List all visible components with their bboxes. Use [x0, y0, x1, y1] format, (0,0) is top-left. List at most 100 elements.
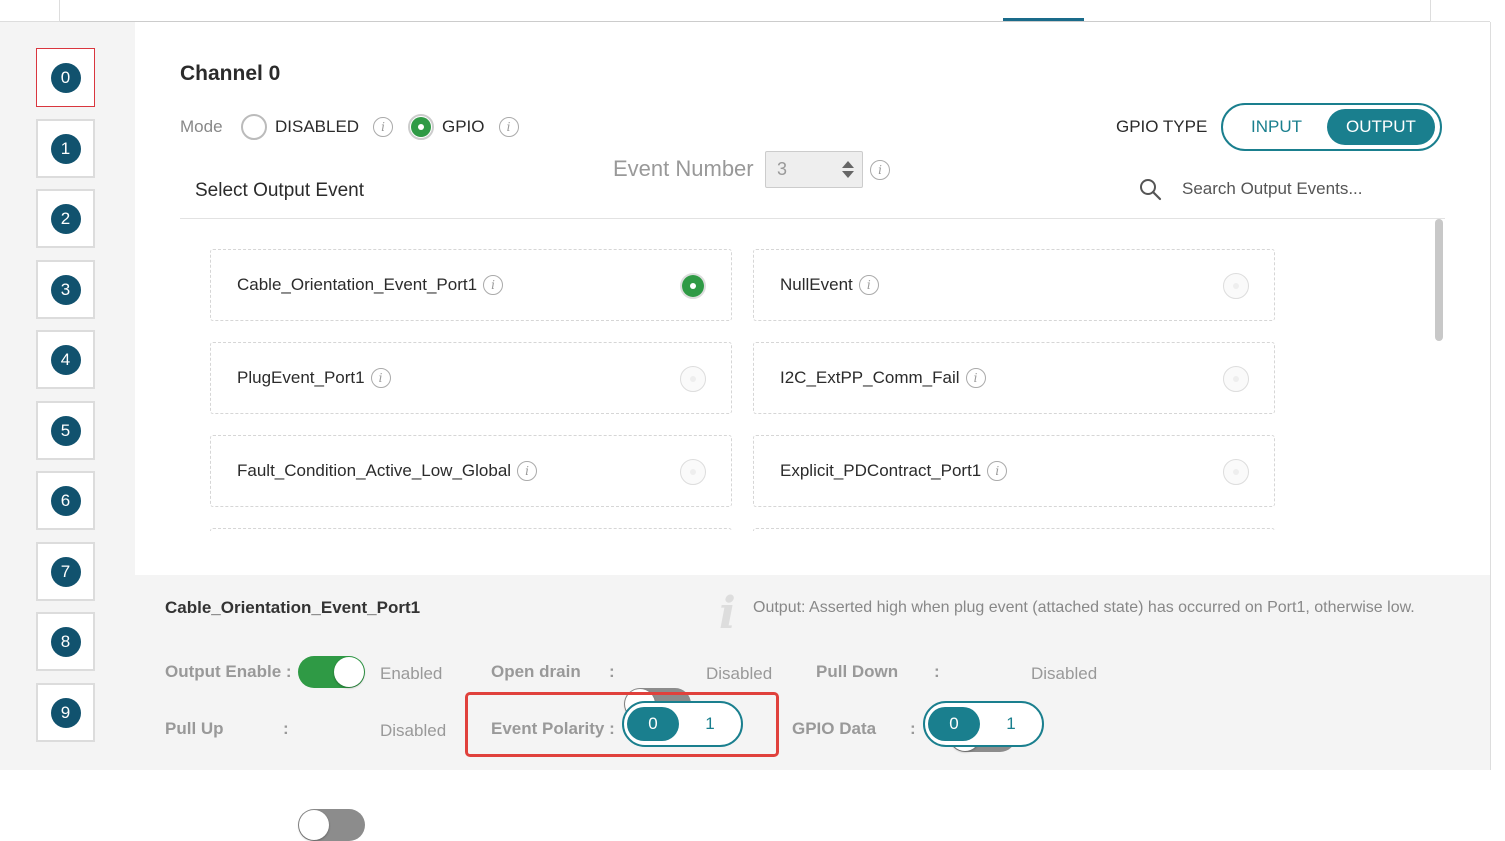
event-card[interactable]: I2C_ExtPP_Comm_Fail i: [753, 342, 1275, 414]
event-card[interactable]: NullEvent i: [753, 249, 1275, 321]
info-icon[interactable]: i: [870, 160, 890, 180]
gpio-data-toggle[interactable]: 0 1: [923, 701, 1044, 747]
channel-number: 2: [50, 203, 81, 234]
gpio-data-0[interactable]: 0: [928, 707, 980, 741]
event-name: Explicit_PDContract_Port1: [780, 461, 982, 480]
gpio-data-label: GPIO Data: [792, 719, 877, 738]
event-number-label: Event Number: [613, 156, 754, 181]
info-icon[interactable]: i: [987, 461, 1008, 481]
search-box[interactable]: [1138, 176, 1438, 202]
gpio-data-colon: :: [910, 719, 916, 738]
event-radio[interactable]: [1223, 273, 1249, 299]
channel-number: 9: [50, 697, 81, 728]
channel-button-1[interactable]: 1: [36, 119, 95, 178]
active-tab-indicator: [1003, 18, 1084, 21]
channel-number: 1: [50, 133, 81, 164]
event-description: Output: Asserted high when plug event (a…: [753, 599, 1415, 616]
pull-down-colon: :: [934, 662, 940, 681]
event-name: Fault_Condition_Active_Low_Global: [237, 461, 512, 480]
event-name: NullEvent: [780, 275, 853, 294]
channel-button-7[interactable]: 7: [36, 542, 95, 601]
channel-number: 4: [50, 344, 81, 375]
pull-down-state: Disabled: [1031, 664, 1098, 683]
event-name: I2C_ExtPP_Comm_Fail: [780, 368, 960, 387]
mode-gpio-label: GPIO: [442, 117, 485, 136]
mode-option-disabled[interactable]: DISABLED i: [241, 114, 394, 140]
info-icon[interactable]: i: [483, 275, 504, 295]
top-right-tab[interactable]: [1430, 0, 1490, 22]
event-card[interactable]: [753, 528, 1275, 531]
event-radio[interactable]: [1223, 366, 1249, 392]
search-icon: [1140, 179, 1162, 201]
mode-label: Mode: [180, 117, 223, 136]
event-polarity-1[interactable]: 1: [684, 707, 736, 741]
event-card[interactable]: PlugEvent_Port1 i: [210, 342, 732, 414]
pull-down-label: Pull Down: [816, 662, 899, 681]
mode-disabled-label: DISABLED: [275, 117, 360, 136]
event-name: PlugEvent_Port1: [237, 368, 365, 387]
open-drain-label: Open drain: [491, 662, 581, 681]
channel-number: 7: [50, 556, 81, 587]
event-card[interactable]: Cable_Orientation_Event_Port1 i: [210, 249, 732, 321]
info-icon[interactable]: i: [858, 275, 879, 295]
info-icon: i: [719, 588, 736, 639]
channel-number: 6: [50, 485, 81, 516]
channel-button-0[interactable]: 0: [36, 48, 95, 107]
pull-up-label: Pull Up: [165, 719, 224, 738]
channel-title: Channel 0: [180, 62, 281, 85]
mode-option-gpio[interactable]: GPIO i: [408, 114, 519, 140]
channel-sidebar: 0 1 2 3 4 5 6 7 8 9: [0, 22, 135, 770]
info-icon[interactable]: i: [517, 461, 538, 481]
spinner-arrows-icon[interactable]: [842, 161, 854, 178]
event-card[interactable]: Explicit_PDContract_Port1 i: [753, 435, 1275, 507]
event-radio[interactable]: [1223, 459, 1249, 485]
event-card[interactable]: [210, 528, 732, 531]
info-icon[interactable]: i: [373, 117, 394, 137]
channel-number: 0: [50, 62, 81, 93]
channel-number: 3: [50, 274, 81, 305]
mode-gpio-radio[interactable]: [408, 114, 434, 140]
open-drain-state: Disabled: [706, 664, 773, 683]
channel-button-5[interactable]: 5: [36, 401, 95, 460]
gpio-data-1[interactable]: 1: [985, 707, 1037, 741]
channel-button-4[interactable]: 4: [36, 330, 95, 389]
channel-number: 5: [50, 415, 81, 446]
gpio-type-label: GPIO TYPE: [1116, 117, 1208, 136]
right-divider: [1490, 22, 1491, 770]
event-radio[interactable]: [680, 273, 706, 299]
event-radio[interactable]: [680, 366, 706, 392]
event-radio[interactable]: [680, 459, 706, 485]
footer-strip: [0, 770, 1505, 785]
info-icon[interactable]: i: [498, 117, 519, 137]
event-polarity-0[interactable]: 0: [627, 707, 679, 741]
output-enable-toggle[interactable]: [298, 656, 365, 688]
event-polarity-label: Event Polarity :: [491, 719, 615, 738]
channel-button-6[interactable]: 6: [36, 471, 95, 530]
event-card[interactable]: Fault_Condition_Active_Low_Global i: [210, 435, 732, 507]
gpio-type-output[interactable]: OUTPUT: [1327, 109, 1435, 145]
pull-up-state: Disabled: [380, 721, 447, 740]
open-drain-colon: :: [609, 662, 615, 681]
channel-number: 8: [50, 626, 81, 657]
channel-button-8[interactable]: 8: [36, 612, 95, 671]
info-icon[interactable]: i: [965, 368, 986, 388]
event-list[interactable]: Cable_Orientation_Event_Port1 i NullEven…: [180, 219, 1445, 531]
mode-disabled-radio[interactable]: [241, 114, 267, 140]
top-tab-strip: [60, 0, 1430, 22]
gpio-type-toggle[interactable]: INPUT OUTPUT: [1221, 103, 1442, 151]
gpio-type-input[interactable]: INPUT: [1226, 109, 1327, 145]
search-input[interactable]: [1180, 178, 1410, 200]
event-list-scrollbar[interactable]: [1435, 219, 1443, 341]
event-number-input[interactable]: 3: [765, 151, 863, 188]
pull-up-toggle[interactable]: [298, 809, 365, 841]
output-enable-label: Output Enable :: [165, 662, 292, 681]
top-left-tab[interactable]: [0, 0, 60, 22]
select-output-event-label: Select Output Event: [195, 180, 364, 201]
event-number-value: 3: [777, 159, 788, 179]
channel-button-2[interactable]: 2: [36, 189, 95, 248]
info-icon[interactable]: i: [370, 368, 391, 388]
channel-button-3[interactable]: 3: [36, 260, 95, 319]
pull-up-colon: :: [283, 719, 289, 738]
event-polarity-toggle[interactable]: 0 1: [622, 701, 743, 747]
channel-button-9[interactable]: 9: [36, 683, 95, 742]
